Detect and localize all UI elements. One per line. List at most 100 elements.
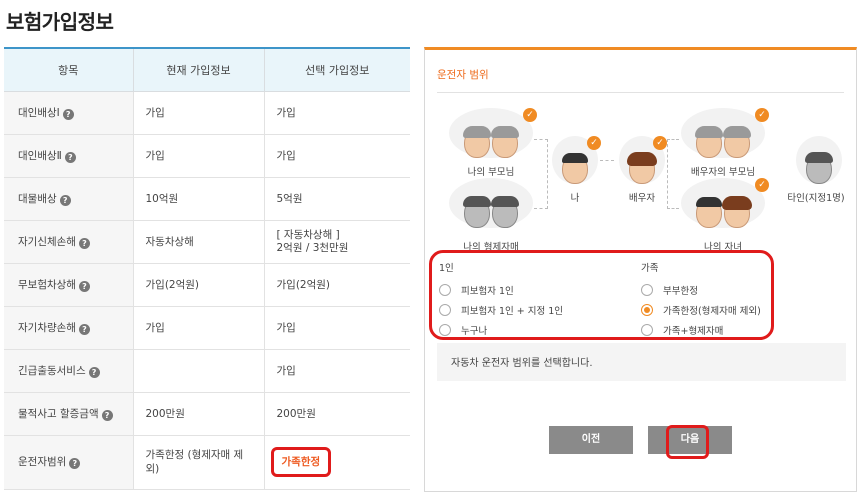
current-value: 가입(2억원) xyxy=(133,263,265,307)
row-label: 자기차량손해 xyxy=(18,322,76,334)
current-value: 자동차상해 xyxy=(133,220,265,264)
selected-value: 가입 xyxy=(264,134,410,178)
selected-value-line2: 2억원 / 3천만원 xyxy=(276,241,349,254)
insurance-info-table: 항목 현재 가입정보 선택 가입정보 대인배상Ⅰ? 가입 가입 대인배상Ⅱ? 가… xyxy=(4,47,410,490)
selected-value-line1: [ 자동차상해 ] xyxy=(276,228,340,241)
option-family-siblings[interactable]: 가족+형제자매 xyxy=(641,320,761,340)
radio-button[interactable] xyxy=(439,324,451,336)
grandfather-icon xyxy=(463,126,491,158)
help-icon[interactable]: ? xyxy=(59,195,71,206)
row-label: 긴급출동서비스 xyxy=(18,365,86,377)
table-row: 자기신체손해? 자동차상해 [ 자동차상해 ] 2억원 / 3천만원 xyxy=(4,220,410,264)
help-icon[interactable]: ? xyxy=(101,410,113,421)
selected-value: 5억원 xyxy=(264,177,410,221)
table-row: 무보험차상해? 가입(2억원) 가입(2억원) xyxy=(4,263,410,307)
single-options: 1인 피보험자 1인 피보험자 1인 + 지정 1인 누구나 xyxy=(439,260,563,340)
option-couple-only[interactable]: 부부한정 xyxy=(641,280,761,300)
column-header-current: 현재 가입정보 xyxy=(133,47,265,92)
notice-box: 자동차 운전자 범위를 선택합니다. xyxy=(437,343,846,381)
selected-driver-range: 가족한정 xyxy=(270,447,332,477)
divider xyxy=(437,92,844,93)
radio-button[interactable] xyxy=(439,304,451,316)
figure-siblings[interactable]: 나의 형제자매 xyxy=(445,178,537,253)
radio-button-selected[interactable] xyxy=(641,304,653,316)
selected-value: 가입(2억원) xyxy=(264,263,410,307)
column-header-item: 항목 xyxy=(4,47,134,92)
option-insured-plus-one[interactable]: 피보험자 1인 + 지정 1인 xyxy=(439,300,563,320)
figure-label: 배우자의 부모님 xyxy=(690,167,756,178)
selected-value: 가입 xyxy=(264,91,410,135)
current-value: 가입 xyxy=(133,134,265,178)
grandfather-icon xyxy=(695,126,723,158)
option-family-only[interactable]: 가족한정(형제자매 제외) xyxy=(641,300,761,320)
table-row: 대인배상Ⅱ? 가입 가입 xyxy=(4,134,410,178)
current-value: 200만원 xyxy=(133,392,265,436)
check-icon: ✓ xyxy=(755,178,769,192)
check-icon: ✓ xyxy=(587,136,601,150)
figure-children[interactable]: ✓ 나의 자녀 xyxy=(677,178,769,253)
spouse-icon xyxy=(627,152,657,184)
figure-spouse[interactable]: ✓ 배우자 xyxy=(615,136,669,204)
boy-icon xyxy=(696,197,722,228)
column-header-selected: 선택 가입정보 xyxy=(264,47,410,92)
prev-button[interactable]: 이전 xyxy=(549,426,633,454)
figure-label: 배우자 xyxy=(628,193,656,204)
current-value: 가족한정 (형제자매 제외) xyxy=(133,435,265,490)
table-row: 대인배상Ⅰ? 가입 가입 xyxy=(4,91,410,135)
row-label: 무보험차상해 xyxy=(18,279,76,291)
selected-value: 200만원 xyxy=(264,392,410,436)
table-row: 물적사고 할증금액? 200만원 200만원 xyxy=(4,392,410,436)
help-icon[interactable]: ? xyxy=(78,238,90,249)
current-value: 10억원 xyxy=(133,177,265,221)
next-highlight xyxy=(666,425,709,459)
group-heading: 가족 xyxy=(641,263,659,274)
table-row: 대물배상? 10억원 5억원 xyxy=(4,177,410,221)
check-icon: ✓ xyxy=(755,108,769,122)
radio-button[interactable] xyxy=(641,284,653,296)
current-value: 가입 xyxy=(133,306,265,350)
option-insured-one[interactable]: 피보험자 1인 xyxy=(439,280,563,300)
row-label: 자기신체손해 xyxy=(18,236,76,248)
brother-icon xyxy=(463,196,491,228)
help-icon[interactable]: ? xyxy=(69,458,81,469)
option-anyone[interactable]: 누구나 xyxy=(439,320,563,340)
group-heading: 1인 xyxy=(439,263,454,274)
row-label: 물적사고 할증금액 xyxy=(18,408,99,420)
radio-button[interactable] xyxy=(641,324,653,336)
selected-value: 가입 xyxy=(264,306,410,350)
check-icon: ✓ xyxy=(523,108,537,122)
help-icon[interactable]: ? xyxy=(78,281,90,292)
row-label: 대물배상 xyxy=(18,193,57,205)
panel-title: 운전자 범위 xyxy=(437,69,489,81)
selected-value: 가입 xyxy=(264,349,410,393)
figure-label: 타인(지정1명) xyxy=(787,193,845,204)
figure-label: 나 xyxy=(570,193,580,204)
table-row: 운전자범위? 가족한정 (형제자매 제외) 가족한정 xyxy=(4,435,410,490)
help-icon[interactable]: ? xyxy=(64,152,76,163)
figure-label: 나의 부모님 xyxy=(467,167,515,178)
row-label: 대인배상Ⅰ xyxy=(18,107,60,119)
row-label: 운전자범위 xyxy=(18,456,67,468)
sister-icon xyxy=(491,196,519,228)
table-row: 긴급출동서비스? 가입 xyxy=(4,349,410,393)
row-label: 대인배상Ⅱ xyxy=(18,150,62,162)
help-icon[interactable]: ? xyxy=(88,367,100,378)
girl-icon xyxy=(722,196,752,228)
figure-me[interactable]: ✓ 나 xyxy=(549,136,601,204)
driver-range-panel: 운전자 범위 ✓ 나의 부모님 나의 형제자매 ✓ 나 ✓ 배우자 ✓ 배우자의… xyxy=(424,47,857,492)
figure-spouse-parents[interactable]: ✓ 배우자의 부모님 xyxy=(677,108,769,178)
current-value: 가입 xyxy=(133,91,265,135)
tree-connector xyxy=(600,160,614,161)
other-person-icon xyxy=(805,152,833,184)
grandmother-icon xyxy=(491,126,519,158)
help-icon[interactable]: ? xyxy=(62,109,74,120)
radio-button[interactable] xyxy=(439,284,451,296)
table-row: 자기차량손해? 가입 가입 xyxy=(4,306,410,350)
current-value xyxy=(133,349,265,393)
figure-other[interactable]: 타인(지정1명) xyxy=(783,136,855,204)
figure-my-parents[interactable]: ✓ 나의 부모님 xyxy=(445,108,537,178)
page-title: 보험가입정보 xyxy=(6,10,114,34)
help-icon[interactable]: ? xyxy=(78,324,90,335)
family-options: 가족 부부한정 가족한정(형제자매 제외) 가족+형제자매 xyxy=(641,260,761,340)
grandmother-icon xyxy=(723,126,751,158)
